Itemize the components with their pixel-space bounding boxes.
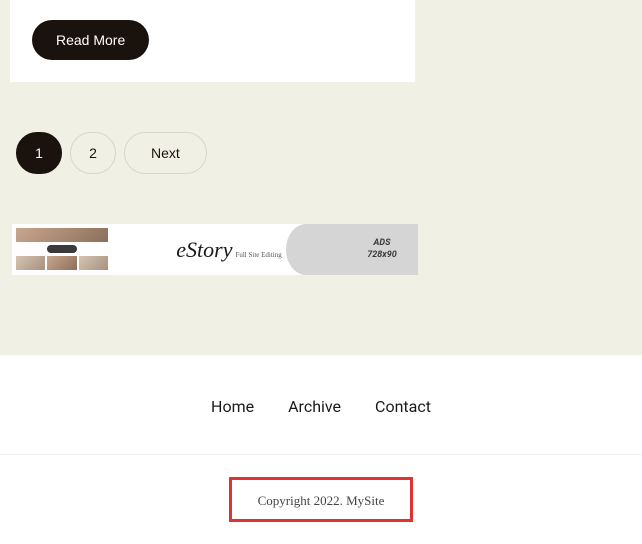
ad-tagline: Full Site Editing [235,251,281,259]
page-1-button[interactable]: 1 [16,132,62,174]
footer-nav: Home Archive Contact [0,397,642,454]
footer-link-home[interactable]: Home [211,397,254,416]
ad-brand-logo: eStoryFull Site Editing [176,237,282,263]
copyright-section: Copyright 2022. MySite [0,454,642,544]
copyright-highlight-box: Copyright 2022. MySite [229,477,414,522]
ad-banner[interactable]: eStoryFull Site Editing ADS 728x90 [12,224,418,275]
footer: Home Archive Contact Copyright 2022. MyS… [0,355,642,544]
ad-center: eStoryFull Site Editing [112,224,346,275]
article-card: Read More [10,0,415,82]
footer-link-contact[interactable]: Contact [375,397,431,416]
copyright-text: Copyright 2022. MySite [258,493,385,508]
footer-link-archive[interactable]: Archive [288,397,341,416]
read-more-button[interactable]: Read More [32,20,149,60]
ad-thumbnail-preview [12,224,112,275]
page-2-button[interactable]: 2 [70,132,116,174]
page-next-button[interactable]: Next [124,132,207,174]
pagination: 1 2 Next [10,132,632,174]
